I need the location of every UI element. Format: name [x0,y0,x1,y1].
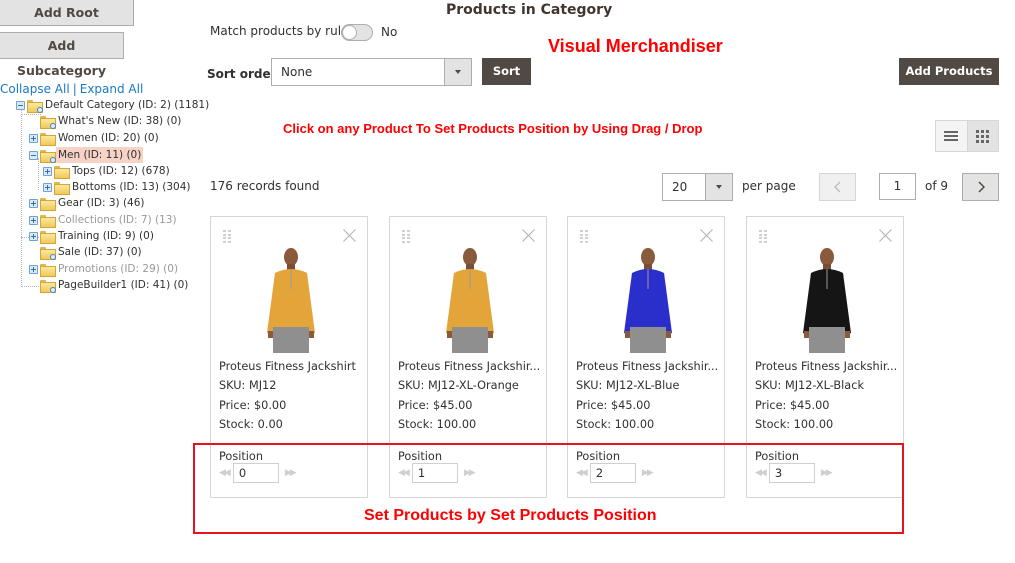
collapse-all-link[interactable]: Collapse All [0,82,70,96]
folder-icon [54,181,70,195]
product-sku: SKU: MJ12-XL-Orange [398,379,519,393]
remove-product-icon[interactable] [343,228,357,242]
product-stock: Stock: 100.00 [576,417,655,431]
match-rule-label: Match products by rule [210,24,349,38]
tree-node-whats-new[interactable]: What's New (ID: 38) (0) [40,113,183,129]
product-image [803,248,851,353]
product-name: Proteus Fitness Jackshir... [755,360,898,373]
tree-node-sale[interactable]: Sale (ID: 37) (0) [40,244,144,260]
expand-icon[interactable] [43,166,52,176]
expand-icon[interactable] [29,264,38,274]
match-rule-toggle[interactable] [341,24,373,41]
tree-node-men[interactable]: Men (ID: 11) (0) [29,147,144,163]
product-sku: SKU: MJ12-XL-Blue [576,379,680,393]
chevron-left-icon [833,181,840,193]
link-separator: | [72,82,77,96]
folder-icon [40,263,56,277]
product-stock: Stock: 100.00 [755,417,834,431]
expand-icon[interactable] [43,182,52,192]
tree-node-training[interactable]: Training (ID: 9) (0) [29,228,156,244]
product-price: Price: $45.00 [398,398,473,412]
drag-handle-icon[interactable] [580,230,588,243]
product-name: Proteus Fitness Jackshirt [219,360,356,373]
folder-icon [40,214,56,228]
drag-handle-icon[interactable] [402,230,410,243]
product-sku: SKU: MJ12-XL-Black [755,379,864,393]
product-price: Price: $0.00 [219,398,287,412]
drag-handle-icon[interactable] [223,230,231,243]
expand-icon[interactable] [29,133,38,143]
tree-node-gear[interactable]: Gear (ID: 3) (46) [29,195,147,211]
drag-handle-icon[interactable] [759,230,767,243]
add-subcategory-button[interactable]: Add Subcategory [0,32,124,78]
grid-icon [976,129,990,143]
chevron-down-icon [444,59,471,85]
section-title: Products in Category [446,2,613,18]
per-page-label: per page [742,179,796,193]
annotation-drag-drop-hint: Click on any Product To Set Products Pos… [283,121,703,136]
annotation-visual-merchandiser: Visual Merchandiser [548,36,723,56]
tree-node-collections[interactable]: Collections (ID: 7) (13) [29,212,179,228]
folder-search-icon [40,279,56,293]
folder-icon [54,165,70,179]
product-name: Proteus Fitness Jackshir... [398,360,541,373]
expand-icon[interactable] [29,198,38,208]
sort-order-select[interactable]: None [271,58,472,86]
add-root-category-button[interactable]: Add Root Category [0,0,134,45]
expand-icon[interactable] [29,231,38,241]
chevron-down-icon [705,174,732,200]
product-price: Price: $45.00 [755,398,830,412]
product-image [267,248,315,353]
tree-node-women[interactable]: Women (ID: 20) (0) [29,130,161,146]
product-image [624,248,672,353]
product-sku: SKU: MJ12 [219,379,277,393]
remove-product-icon[interactable] [522,228,536,242]
per-page-select[interactable]: 20 [662,173,733,201]
collapse-icon[interactable] [16,100,25,110]
folder-search-icon [27,99,43,113]
tree-links: Collapse All | Expand All [0,82,143,96]
product-image [446,248,494,353]
folder-search-icon [40,246,56,260]
tree-node-bottoms[interactable]: Bottoms (ID: 13) (304) [43,179,193,195]
folder-icon [40,230,56,244]
total-pages-label: of 9 [925,179,949,193]
add-products-button[interactable]: Add Products [899,58,999,85]
chevron-right-icon [977,181,985,193]
remove-product-icon[interactable] [879,228,893,242]
expand-icon[interactable] [29,215,38,225]
product-stock: Stock: 0.00 [219,417,283,431]
product-name: Proteus Fitness Jackshir... [576,360,719,373]
sort-order-label: Sort order [207,67,277,81]
tree-node-pagebuilder1[interactable]: PageBuilder1 (ID: 41) (0) [40,277,190,293]
product-stock: Stock: 100.00 [398,417,477,431]
list-view-button[interactable] [936,121,967,151]
grid-view-button[interactable] [966,121,998,151]
previous-page-button[interactable] [819,173,856,201]
records-found: 176 records found [210,179,320,193]
expand-all-link[interactable]: Expand All [80,82,144,96]
annotation-position-hint: Set Products by Set Products Position [364,507,657,524]
tree-node-promotions[interactable]: Promotions (ID: 29) (0) [29,261,180,277]
view-mode-switch [935,120,999,152]
remove-product-icon[interactable] [700,228,714,242]
collapse-icon[interactable] [29,150,38,160]
folder-search-icon [40,115,56,129]
page-number-input[interactable]: 1 [879,173,916,200]
folder-search-icon [40,149,56,163]
tree-node-default-category[interactable]: Default Category (ID: 2) (1181) [16,97,211,113]
folder-icon [40,197,56,211]
tree-node-tops[interactable]: Tops (ID: 12) (678) [43,163,172,179]
product-price: Price: $45.00 [576,398,651,412]
next-page-button[interactable] [962,173,999,201]
folder-icon [40,132,56,146]
list-icon [944,131,959,141]
sort-button[interactable]: Sort [482,58,531,85]
match-rule-value: No [381,25,398,39]
